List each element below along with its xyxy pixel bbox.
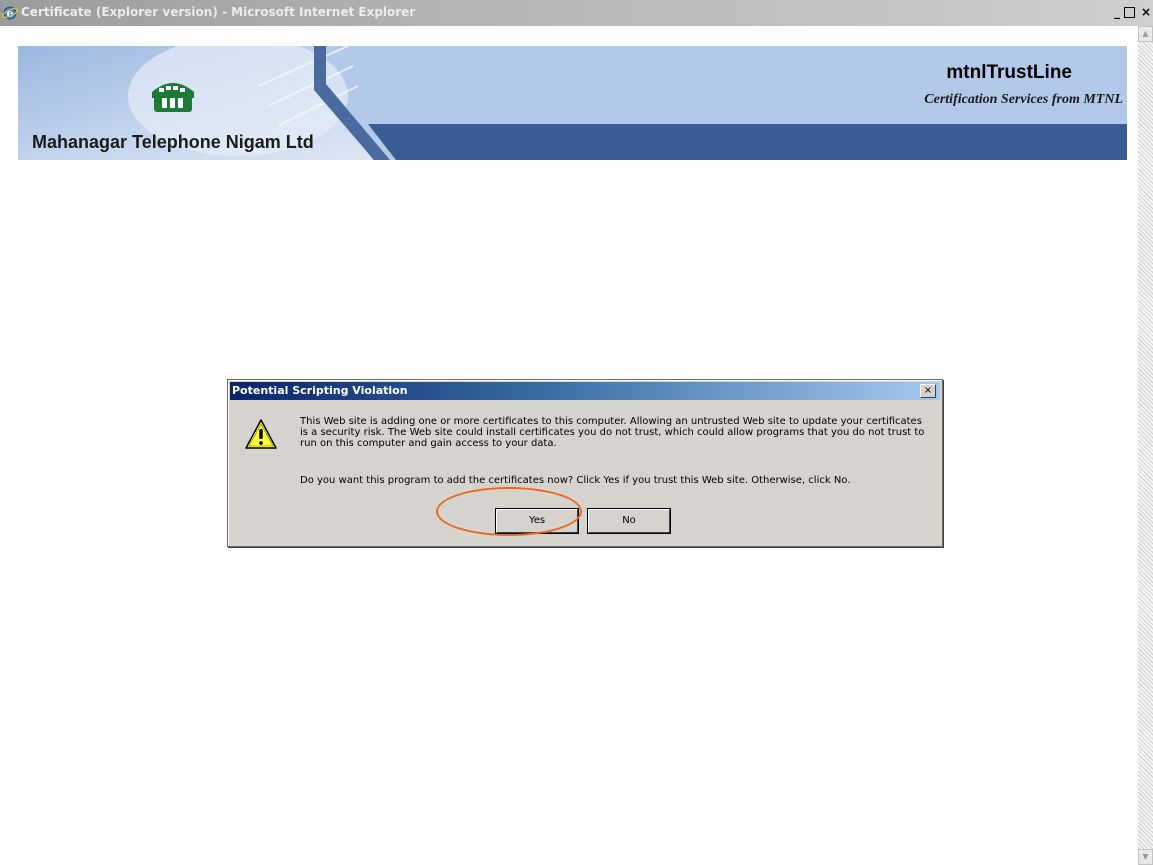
mtnl-logo-icon [152,83,194,112]
warning-icon [245,419,277,449]
vertical-scrollbar[interactable]: ▲ ▼ [1138,26,1153,865]
close-icon[interactable]: × [920,384,936,398]
dialog-title: Potential Scripting Violation [232,384,408,397]
minimize-button[interactable]: _ [1110,5,1124,19]
window-title: Certificate (Explorer version) - Microso… [21,5,416,19]
maximize-button[interactable] [1124,7,1135,18]
company-name: Mahanagar Telephone Nigam Ltd [32,132,314,152]
no-button[interactable]: No [588,509,670,533]
scroll-down-arrow[interactable]: ▼ [1138,849,1153,865]
scripting-violation-dialog[interactable]: Potential Scripting Violation × This Web… [227,379,943,547]
dialog-message: This Web site is adding one or more cert… [300,416,925,449]
brand-name: mtnlTrustLine [946,62,1072,83]
scroll-up-arrow[interactable]: ▲ [1138,26,1153,42]
dialog-question: Do you want this program to add the cert… [300,475,851,486]
mtnl-header-banner: Mahanagar Telephone Nigam Ltd mtnlTrustL… [18,46,1127,160]
brand-tagline: Certification Services from MTNL [924,92,1123,107]
window-close-button[interactable]: × [1139,5,1153,19]
yes-button[interactable]: Yes [496,509,578,533]
ie-icon: e [2,6,18,20]
window-titlebar[interactable]: e Certificate (Explorer version) - Micro… [0,0,1153,26]
dialog-titlebar[interactable]: Potential Scripting Violation × [230,382,940,400]
